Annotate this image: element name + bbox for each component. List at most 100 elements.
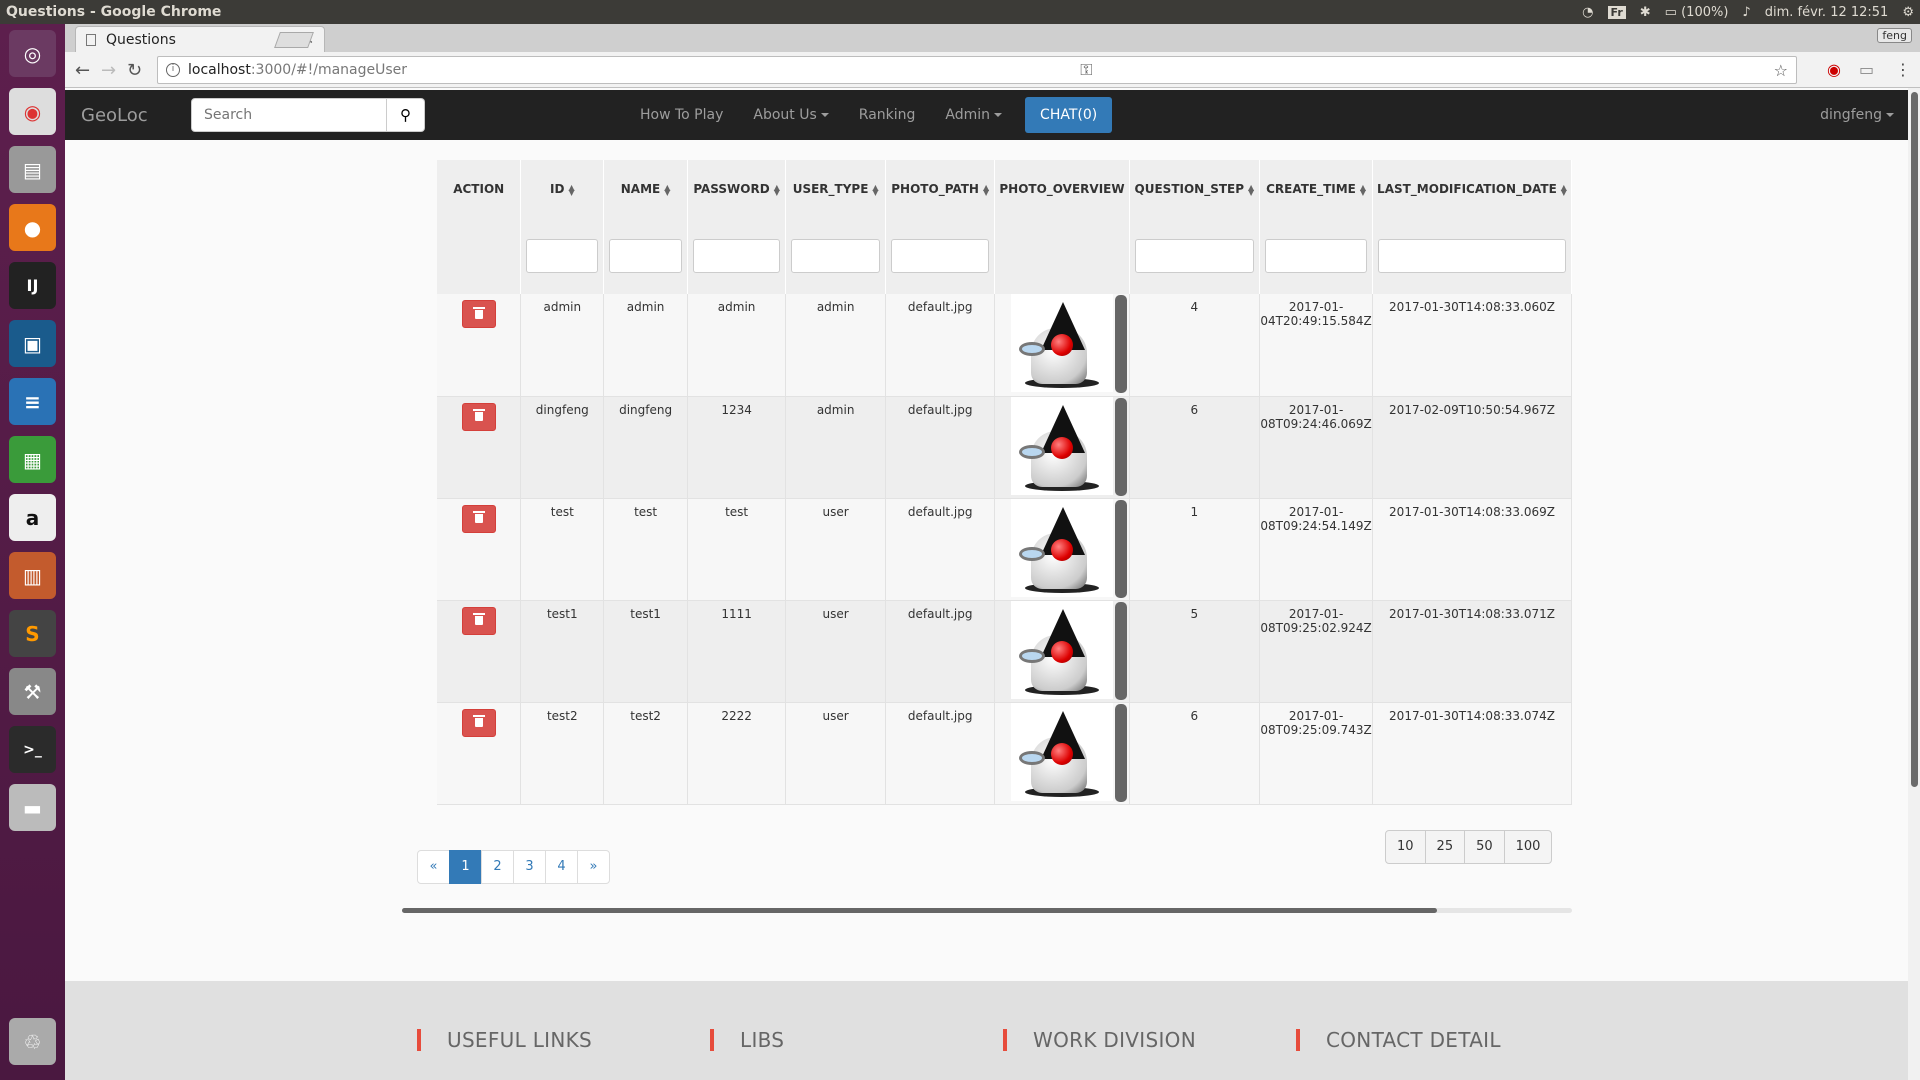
profile-button[interactable]: feng [1877, 28, 1912, 43]
filter-question-step-input[interactable] [1134, 239, 1255, 273]
reload-icon[interactable]: ↻ [127, 60, 142, 81]
intellij-icon[interactable]: IJ [9, 262, 56, 309]
os-top-panel: Questions - Google Chrome ◔ Fr ✱ ▭ (100%… [0, 0, 1920, 24]
trash-icon [472, 715, 485, 727]
disk-icon[interactable]: ▬ [9, 784, 56, 831]
filter-create-time-input[interactable] [1265, 239, 1367, 273]
col-action: ACTION [437, 160, 522, 218]
nav-ranking[interactable]: Ranking [844, 107, 931, 123]
forward-icon[interactable]: → [101, 60, 116, 81]
cell-scrollbar[interactable] [1114, 499, 1127, 598]
virtualbox-icon[interactable]: ▣ [9, 320, 56, 367]
filter-last-mod-input[interactable] [1378, 239, 1566, 273]
chat-button[interactable]: CHAT(0) [1025, 97, 1113, 133]
writer-icon[interactable]: ≡ [9, 378, 56, 425]
col-user-type-label: USER_TYPE [792, 182, 869, 196]
scrollbar-thumb[interactable] [402, 908, 1437, 913]
info-icon[interactable]: i [166, 63, 180, 77]
brand-logo[interactable]: GeoLoc [81, 105, 191, 126]
sublime-icon[interactable]: S [9, 610, 56, 657]
nav-admin[interactable]: Admin [930, 107, 1017, 123]
page-size-50[interactable]: 50 [1464, 830, 1505, 864]
filter-name-input[interactable] [609, 239, 682, 273]
cell-scrollbar[interactable] [1114, 295, 1127, 393]
page-size-10[interactable]: 10 [1385, 830, 1426, 864]
cell-last-modification-date: 2017-02-09T10:50:54.967Z [1372, 396, 1572, 499]
pagination-page-3[interactable]: 3 [513, 850, 546, 884]
filter-password-input[interactable] [692, 239, 781, 273]
extension2-icon[interactable]: ▭ [1859, 60, 1874, 79]
delete-button[interactable] [461, 504, 496, 533]
cell-last-modification-date: 2017-01-30T14:08:33.060Z [1372, 294, 1572, 397]
amazon-icon[interactable]: a [9, 494, 56, 541]
user-menu[interactable]: dingfeng [1820, 90, 1894, 140]
page-size-100[interactable]: 100 [1503, 830, 1553, 864]
address-bar[interactable]: i localhost:3000/#!/manageUser ⚿ ☆ [157, 56, 1797, 84]
delete-button[interactable] [461, 402, 496, 431]
keyboard-layout[interactable]: Fr [1607, 5, 1626, 19]
bluetooth-icon[interactable]: ✱ [1640, 5, 1651, 20]
new-tab-button[interactable] [274, 32, 314, 48]
tab-strip: Questions ✕ feng [65, 24, 1920, 52]
impress-icon[interactable]: ▥ [9, 552, 56, 599]
site-navbar: GeoLoc ⚲ How To Play About Us Ranking Ad… [65, 90, 1908, 140]
volume-icon[interactable]: ♪ [1742, 5, 1750, 20]
scrollbar-thumb[interactable] [1911, 92, 1918, 787]
bookmark-star-icon[interactable]: ☆ [1774, 61, 1788, 80]
col-last-modification-date[interactable]: LAST_MODIFICATION_DATE ▲ ▼ [1372, 160, 1572, 218]
delete-button[interactable] [461, 606, 496, 635]
trash-icon[interactable]: ♲ [9, 1018, 56, 1065]
pagination-prev[interactable]: « [417, 850, 450, 884]
filter-id-input[interactable] [526, 239, 599, 273]
cell-password: 1111 [687, 600, 787, 703]
menu-icon[interactable]: ⋮ [1895, 60, 1911, 79]
page-vertical-scrollbar[interactable] [1908, 88, 1920, 1080]
dash-home-icon[interactable]: ◎ [9, 30, 56, 77]
user-name: dingfeng [1820, 107, 1882, 123]
pagination-page-1[interactable]: 1 [449, 850, 482, 884]
system-settings-icon[interactable]: ⚒ [9, 668, 56, 715]
table-row: admin admin admin admin default.jpg 4 2017-01-… [437, 294, 1572, 397]
cell-photo-overview [994, 702, 1130, 805]
files-icon[interactable]: ▤ [9, 146, 56, 193]
url-path: :3000/#!/manageUser [250, 62, 408, 78]
col-user-type[interactable]: USER_TYPE ▲ ▼ [785, 160, 887, 218]
terminal-icon[interactable]: >_ [9, 726, 56, 773]
pagination-next[interactable]: » [577, 850, 610, 884]
cell-scrollbar[interactable] [1114, 703, 1127, 802]
search-input[interactable] [191, 98, 387, 132]
create-time-part1: 2017-01- [1288, 708, 1344, 723]
cell-scrollbar[interactable] [1114, 397, 1127, 496]
nav-about-us-label: About Us [753, 107, 817, 123]
delete-button[interactable] [461, 300, 496, 328]
firefox-icon[interactable]: ● [9, 204, 56, 251]
chrome-icon[interactable]: ◉ [9, 88, 56, 135]
col-id[interactable]: ID ▲ ▼ [520, 160, 605, 218]
col-create-time[interactable]: CREATE_TIME ▲ ▼ [1259, 160, 1373, 218]
key-icon[interactable]: ⚿ [1080, 60, 1092, 80]
filter-photo-path-input[interactable] [891, 239, 990, 273]
back-icon[interactable]: ← [75, 60, 90, 81]
clock[interactable]: dim. févr. 12 12:51 [1765, 5, 1889, 20]
cell-scrollbar[interactable] [1114, 601, 1127, 700]
col-password[interactable]: PASSWORD ▲ ▼ [687, 160, 787, 218]
battery-indicator[interactable]: ▭ (100%) [1665, 5, 1729, 20]
col-name[interactable]: NAME ▲ ▼ [603, 160, 688, 218]
browser-toolbar: ← → ↻ i localhost:3000/#!/manageUser ⚿ ☆… [65, 52, 1920, 88]
col-question-step[interactable]: QUESTION_STEP ▲ ▼ [1129, 160, 1261, 218]
filter-user-type-input[interactable] [791, 239, 881, 273]
page-size-25[interactable]: 25 [1424, 830, 1466, 864]
pagination-page-2[interactable]: 2 [481, 850, 514, 884]
col-photo-path[interactable]: PHOTO_PATH ▲ ▼ [885, 160, 996, 218]
table-horizontal-scrollbar[interactable] [402, 908, 1572, 913]
pagination-page-4[interactable]: 4 [545, 850, 578, 884]
wifi-icon[interactable]: ◔ [1582, 5, 1593, 20]
settings-gear-icon[interactable]: ⚙ [1902, 5, 1914, 20]
cell-photo-overview [994, 498, 1130, 601]
nav-how-to-play[interactable]: How To Play [625, 107, 738, 123]
search-button[interactable]: ⚲ [387, 98, 425, 132]
calc-icon[interactable]: ▦ [9, 436, 56, 483]
delete-button[interactable] [461, 708, 496, 737]
extension-icon[interactable]: ◉ [1827, 60, 1841, 79]
nav-about-us[interactable]: About Us [738, 107, 843, 123]
